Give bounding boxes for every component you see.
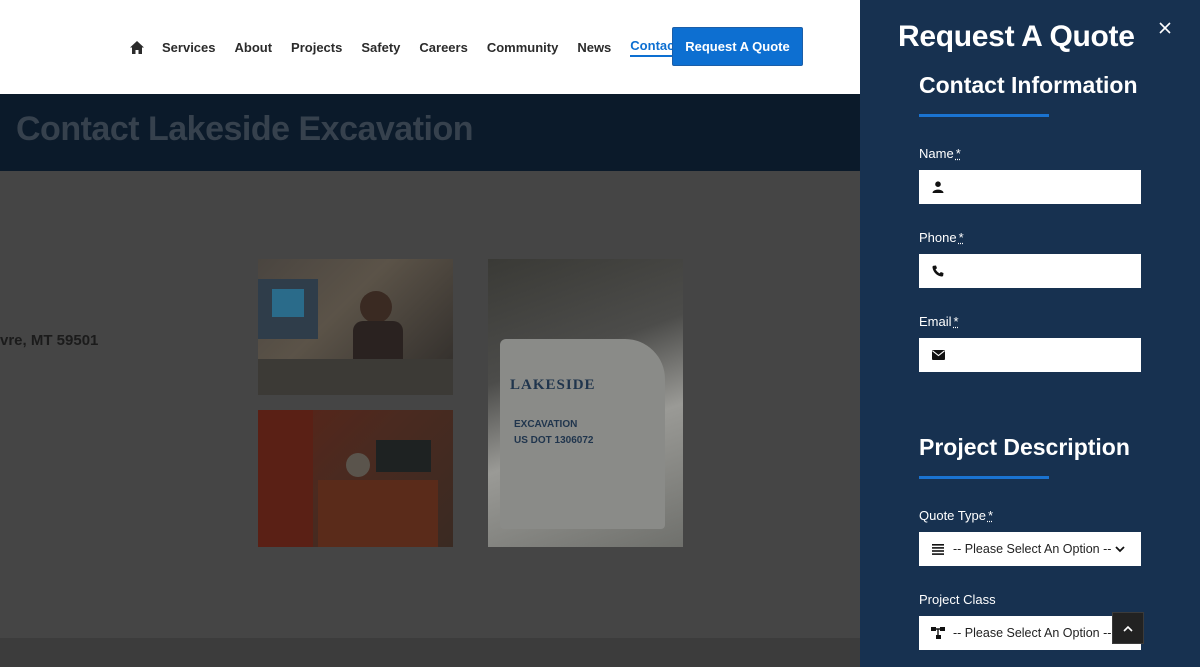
contact-section-title: Contact Information (919, 72, 1138, 98)
truck-photo: LAKESIDE EXCAVATION US DOT 1306072 (488, 259, 683, 547)
section-underline (919, 114, 1049, 117)
chevron-down-icon (1115, 544, 1126, 554)
project-class-select[interactable]: -- Please Select An Option -- (919, 616, 1141, 650)
phone-field[interactable] (919, 254, 1141, 288)
nav-item-community[interactable]: Community (487, 40, 559, 55)
quote-type-value: -- Please Select An Option -- (953, 542, 1112, 556)
project-section-title: Project Description (919, 434, 1130, 460)
office-photo-2 (258, 410, 453, 547)
sitemap-icon (931, 626, 945, 640)
section-underline (919, 476, 1049, 479)
phone-icon (931, 264, 945, 278)
project-class-label: Project Class (919, 592, 996, 607)
truck-dot-text: US DOT 1306072 (514, 435, 594, 446)
page-hero: Contact Lakeside Excavation (0, 94, 860, 171)
phone-label: Phone * (919, 230, 964, 245)
home-icon[interactable] (130, 40, 144, 54)
nav-item-news[interactable]: News (577, 40, 611, 55)
nav-item-projects[interactable]: Projects (291, 40, 342, 55)
name-field[interactable] (919, 170, 1141, 204)
panel-title: Request A Quote (898, 20, 1135, 53)
project-class-value: -- Please Select An Option -- (953, 626, 1112, 640)
site-header: Services About Projects Safety Careers C… (0, 0, 860, 94)
nav-item-services[interactable]: Services (162, 40, 216, 55)
nav-item-safety[interactable]: Safety (361, 40, 400, 55)
page-title: Contact Lakeside Excavation (16, 110, 474, 148)
truck-logo-text: LAKESIDE (510, 377, 596, 393)
email-field[interactable] (919, 338, 1141, 372)
main-nav: Services About Projects Safety Careers C… (130, 0, 698, 94)
nav-item-careers[interactable]: Careers (419, 40, 467, 55)
scroll-to-top-button[interactable] (1112, 612, 1144, 644)
user-icon (931, 180, 945, 194)
request-quote-button[interactable]: Request A Quote (672, 27, 803, 66)
truck-excavation-text: EXCAVATION (514, 419, 578, 430)
quote-panel: Request A Quote Contact Information Name… (860, 0, 1200, 667)
quote-type-label: Quote Type * (919, 508, 994, 523)
office-photo-1 (258, 259, 453, 395)
chevron-up-icon (1123, 619, 1133, 637)
address-text: vre, MT 59501 (0, 332, 99, 349)
truck-door (500, 339, 665, 529)
footer-strip (0, 638, 860, 667)
close-icon[interactable] (1158, 21, 1174, 37)
envelope-icon (931, 348, 945, 362)
name-label: Name * (919, 146, 961, 161)
page-content: vre, MT 59501 LAKESIDE EXCAVATION US DOT… (0, 171, 860, 667)
list-icon (931, 542, 945, 556)
quote-type-select[interactable]: -- Please Select An Option -- (919, 532, 1141, 566)
nav-item-about[interactable]: About (235, 40, 273, 55)
email-label: Email * (919, 314, 959, 329)
